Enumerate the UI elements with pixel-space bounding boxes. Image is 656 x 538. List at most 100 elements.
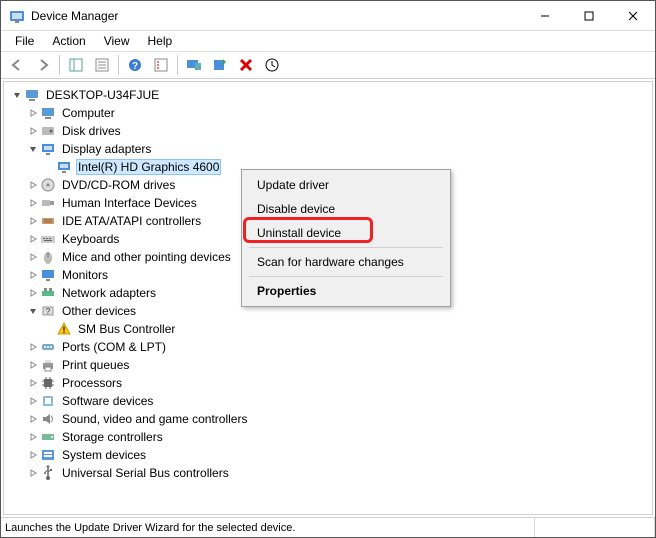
expand-arrow-icon[interactable] (26, 394, 40, 408)
tree-item-label: Sound, video and game controllers (60, 412, 249, 426)
expand-arrow-icon[interactable] (26, 466, 40, 480)
monitor-icon (40, 267, 56, 283)
warning-icon: ! (56, 321, 72, 337)
tree-item-sm-bus[interactable]: ! SM Bus Controller (4, 320, 652, 338)
expand-arrow-icon[interactable] (26, 430, 40, 444)
expand-arrow-icon[interactable] (26, 448, 40, 462)
tree-item-label: Human Interface Devices (60, 196, 199, 210)
tree-item-display-adapters[interactable]: Display adapters (4, 140, 652, 158)
tree-item-processors[interactable]: Processors (4, 374, 652, 392)
disk-icon (40, 123, 56, 139)
tree-item-label: Intel(R) HD Graphics 4600 (76, 159, 221, 175)
back-button[interactable] (5, 53, 29, 77)
expand-arrow-icon[interactable] (26, 178, 40, 192)
update-driver-button[interactable] (208, 53, 232, 77)
tree-item-storage[interactable]: Storage controllers (4, 428, 652, 446)
expand-arrow-icon[interactable] (26, 250, 40, 264)
expand-arrow-icon[interactable] (26, 106, 40, 120)
mouse-icon (40, 249, 56, 265)
menu-item-update-driver[interactable]: Update driver (245, 173, 447, 197)
tree-item-label: Keyboards (60, 232, 121, 246)
tree-item-label: Mice and other pointing devices (60, 250, 233, 264)
menu-item-uninstall-device[interactable]: Uninstall device (245, 221, 447, 245)
tree-item-usb[interactable]: Universal Serial Bus controllers (4, 464, 652, 482)
svg-text:?: ? (132, 61, 138, 72)
menu-item-disable-device[interactable]: Disable device (245, 197, 447, 221)
tree-item-ports[interactable]: Ports (COM & LPT) (4, 338, 652, 356)
scan-hardware-button[interactable] (260, 53, 284, 77)
hid-icon (40, 195, 56, 211)
uninstall-button[interactable] (234, 53, 258, 77)
close-button[interactable] (611, 1, 655, 31)
collapse-arrow-icon[interactable] (10, 88, 24, 102)
expand-arrow-icon[interactable] (26, 214, 40, 228)
spacer (42, 322, 56, 336)
expand-arrow-icon[interactable] (26, 340, 40, 354)
help-button[interactable]: ? (123, 53, 147, 77)
other-icon: ? (40, 303, 56, 319)
maximize-button[interactable] (567, 1, 611, 31)
dvd-icon (40, 177, 56, 193)
expand-arrow-icon[interactable] (26, 268, 40, 282)
expand-arrow-icon[interactable] (26, 358, 40, 372)
menu-file[interactable]: File (7, 32, 42, 50)
ide-icon (40, 213, 56, 229)
tree-root-label: DESKTOP-U34FJUE (44, 88, 161, 102)
menu-view[interactable]: View (96, 32, 138, 50)
sound-icon (40, 411, 56, 427)
tree-item-label: Software devices (60, 394, 155, 408)
tree-item-disk-drives[interactable]: Disk drives (4, 122, 652, 140)
system-icon (40, 447, 56, 463)
expand-arrow-icon[interactable] (26, 412, 40, 426)
expand-arrow-icon[interactable] (26, 376, 40, 390)
minimize-button[interactable] (523, 1, 567, 31)
storage-icon (40, 429, 56, 445)
tree-item-label: Computer (60, 106, 117, 120)
ports-icon (40, 339, 56, 355)
tree-item-print-queues[interactable]: Print queues (4, 356, 652, 374)
tree-item-software[interactable]: Software devices (4, 392, 652, 410)
expand-arrow-icon[interactable] (26, 124, 40, 138)
tree-item-label: IDE ATA/ATAPI controllers (60, 214, 203, 228)
usb-icon (40, 465, 56, 481)
toolbar-separator (118, 55, 119, 75)
menu-separator (249, 276, 443, 277)
properties-button[interactable] (90, 53, 114, 77)
expand-arrow-icon[interactable] (26, 232, 40, 246)
svg-text:?: ? (46, 307, 51, 316)
forward-button[interactable] (31, 53, 55, 77)
tree-item-label: Universal Serial Bus controllers (60, 466, 231, 480)
tree-item-system[interactable]: System devices (4, 446, 652, 464)
tree-root[interactable]: DESKTOP-U34FJUE (4, 86, 652, 104)
toolbar-separator (177, 55, 178, 75)
show-hide-console-tree-button[interactable] (64, 53, 88, 77)
expand-arrow-icon[interactable] (26, 196, 40, 210)
action-list-button[interactable] (149, 53, 173, 77)
tree-item-label: Print queues (60, 358, 131, 372)
expand-arrow-icon[interactable] (26, 286, 40, 300)
tree-item-label: Storage controllers (60, 430, 165, 444)
spacer (42, 160, 56, 174)
menu-item-properties[interactable]: Properties (245, 279, 447, 303)
display-icon (56, 159, 72, 175)
network-icon (40, 285, 56, 301)
window-title: Device Manager (31, 9, 523, 23)
app-icon (9, 8, 25, 24)
svg-text:!: ! (63, 325, 66, 335)
menu-item-scan-hardware[interactable]: Scan for hardware changes (245, 250, 447, 274)
display-icon (40, 141, 56, 157)
collapse-arrow-icon[interactable] (26, 142, 40, 156)
tree-item-computer[interactable]: Computer (4, 104, 652, 122)
printer-icon (40, 357, 56, 373)
monitor-ext-button[interactable] (182, 53, 206, 77)
menu-help[interactable]: Help (140, 32, 181, 50)
keyboard-icon (40, 231, 56, 247)
menu-bar: File Action View Help (1, 31, 655, 51)
tree-item-sound[interactable]: Sound, video and game controllers (4, 410, 652, 428)
menu-action[interactable]: Action (44, 32, 93, 50)
menu-separator (249, 247, 443, 248)
collapse-arrow-icon[interactable] (26, 304, 40, 318)
tree-item-label: System devices (60, 448, 148, 462)
tree-item-label: Ports (COM & LPT) (60, 340, 168, 354)
cpu-icon (40, 375, 56, 391)
